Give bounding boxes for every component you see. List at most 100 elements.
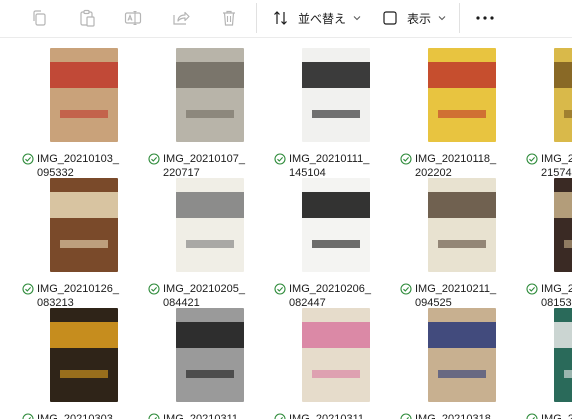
paste-button[interactable] [72, 5, 102, 31]
file-thumbnail [274, 308, 398, 408]
delete-button[interactable] [214, 5, 244, 31]
file-name-line1: IMG_20210311 [163, 413, 239, 419]
synced-check-icon [400, 413, 412, 419]
book-cover-photo [176, 48, 244, 142]
file-thumbnail [274, 178, 398, 278]
file-item[interactable]: IMG_20210311 [148, 308, 272, 419]
file-thumbnail [22, 48, 146, 148]
file-item[interactable]: IMG_2 08153 [526, 178, 572, 310]
file-thumbnail [22, 178, 146, 278]
file-name-line1: IMG_20210211_ [415, 283, 497, 295]
file-name: IMG_2 21574 [526, 152, 572, 180]
book-cover-photo [176, 308, 244, 402]
file-item[interactable]: IMG_20210107_ 220717 [148, 48, 272, 180]
synced-check-icon [148, 413, 160, 419]
file-item[interactable]: IMG_20210103_ 095332 [22, 48, 146, 180]
synced-check-icon [148, 153, 160, 165]
file-name-line1: IMG_2 [541, 413, 572, 419]
synced-check-icon [400, 283, 412, 295]
sort-menu-button[interactable]: 並べ替え [272, 5, 362, 31]
file-name-line1: IMG_20210311 [289, 413, 365, 419]
file-name: IMG_20210103_ 095332 [22, 152, 146, 180]
file-thumbnail [400, 48, 524, 148]
share-icon [173, 11, 190, 25]
book-cover-photo [302, 308, 370, 402]
file-thumbnail [400, 308, 524, 408]
file-item[interactable]: IMG_20210211_ 094525 [400, 178, 524, 310]
file-item[interactable]: IMG_20210118_ 202202 [400, 48, 524, 180]
file-name: IMG_2 [526, 412, 572, 419]
trash-icon [223, 10, 235, 26]
command-bar: 並べ替え 表示 [0, 0, 572, 38]
file-name: IMG_20210211_ 094525 [400, 282, 524, 310]
book-cover-photo [176, 178, 244, 272]
file-name-line1: IMG_2 [541, 153, 572, 165]
file-item[interactable]: IMG_20210126_ 083213 [22, 178, 146, 310]
file-thumbnail [22, 308, 146, 408]
file-name-line1: IMG_20210303 [37, 413, 113, 419]
file-item[interactable]: IMG_20210318 [400, 308, 524, 419]
file-thumbnail [274, 48, 398, 148]
book-cover-photo [428, 178, 496, 272]
book-cover-photo [554, 308, 572, 402]
file-name-line1: IMG_20210206_ [289, 283, 371, 295]
synced-check-icon [526, 413, 538, 419]
synced-check-icon [274, 283, 286, 295]
file-name-line1: IMG_20210205_ [163, 283, 245, 295]
file-grid: IMG_20210103_ 095332 IMG_20210107_ 220717 IM… [0, 38, 572, 419]
book-cover-photo [302, 48, 370, 142]
synced-check-icon [400, 153, 412, 165]
file-name-line1: IMG_2 [541, 283, 572, 295]
synced-check-icon [274, 413, 286, 419]
share-button[interactable] [166, 5, 196, 31]
file-name: IMG_2 08153 [526, 282, 572, 310]
file-name: IMG_20210311 [274, 412, 398, 419]
sort-icon [274, 11, 287, 25]
file-name-line1: IMG_20210118_ [415, 153, 497, 165]
file-name-line1: IMG_20210111_ [289, 153, 370, 165]
synced-check-icon [148, 283, 160, 295]
toolbar-separator [256, 3, 257, 33]
book-cover-photo [50, 308, 118, 402]
chevron-down-icon [438, 16, 446, 21]
book-cover-photo [428, 48, 496, 142]
file-thumbnail [400, 178, 524, 278]
file-item[interactable]: IMG_20210111_ 145104 [274, 48, 398, 180]
file-name-line1: IMG_20210126_ [37, 283, 119, 295]
file-name: IMG_20210318 [400, 412, 524, 419]
view-icon [383, 11, 397, 25]
copy-button[interactable] [24, 5, 54, 31]
file-item[interactable]: IMG_20210205_ 084421 [148, 178, 272, 310]
file-item[interactable]: IMG_2 21574 [526, 48, 572, 180]
rename-button[interactable] [118, 5, 148, 31]
file-name-line1: IMG_20210107_ [163, 153, 245, 165]
book-cover-photo [50, 48, 118, 142]
paste-icon [80, 9, 95, 27]
synced-check-icon [526, 283, 538, 295]
view-menu-button[interactable]: 表示 [381, 5, 447, 31]
file-name: IMG_20210206_ 082447 [274, 282, 398, 310]
synced-check-icon [526, 153, 538, 165]
file-name: IMG_20210311 [148, 412, 272, 419]
file-item[interactable]: IMG_20210206_ 082447 [274, 178, 398, 310]
file-name: IMG_20210118_ 202202 [400, 152, 524, 180]
file-thumbnail [526, 48, 572, 148]
file-name-line1: IMG_20210103_ [37, 153, 119, 165]
synced-check-icon [274, 153, 286, 165]
file-item[interactable]: IMG_20210311 [274, 308, 398, 419]
file-name: IMG_20210107_ 220717 [148, 152, 272, 180]
file-name: IMG_20210205_ 084421 [148, 282, 272, 310]
book-cover-photo [302, 178, 370, 272]
synced-check-icon [22, 283, 34, 295]
more-icon [476, 16, 494, 20]
file-name-line1: IMG_20210318 [415, 413, 491, 419]
more-options-button[interactable] [472, 5, 498, 31]
file-name: IMG_20210111_ 145104 [274, 152, 398, 180]
rename-icon [124, 10, 142, 26]
book-cover-photo [428, 308, 496, 402]
book-cover-photo [554, 178, 572, 272]
file-item[interactable]: IMG_2 [526, 308, 572, 419]
file-thumbnail [526, 308, 572, 408]
file-name: IMG_20210126_ 083213 [22, 282, 146, 310]
file-item[interactable]: IMG_20210303 [22, 308, 146, 419]
